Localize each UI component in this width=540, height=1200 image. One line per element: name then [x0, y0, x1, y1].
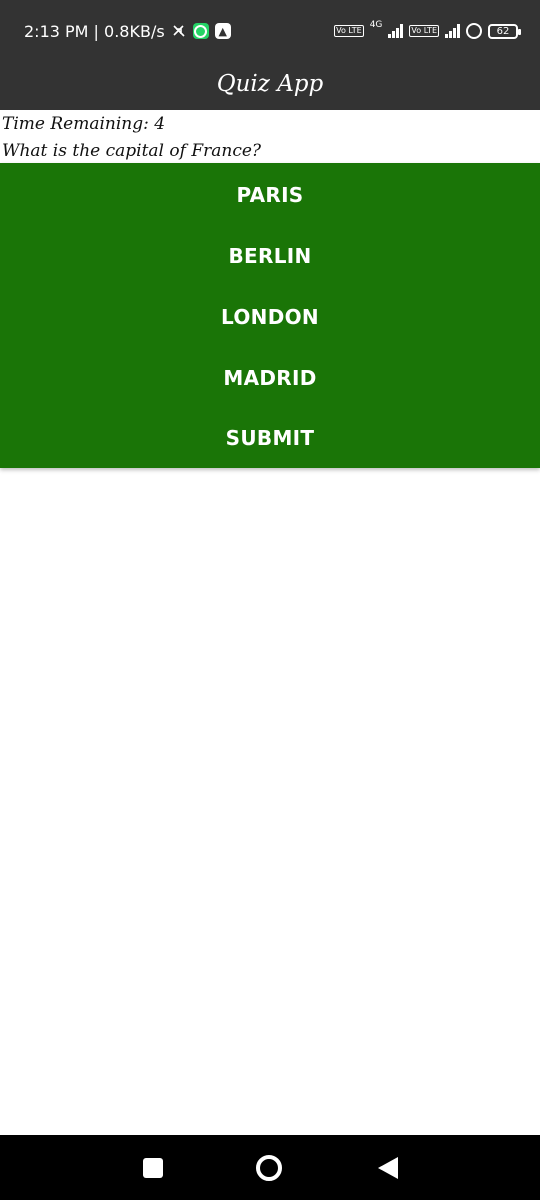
volte-icon-2: Vo LTE: [409, 25, 439, 37]
signal-icon-2: [445, 24, 460, 38]
option-paris-button[interactable]: PARIS: [0, 164, 540, 225]
signal-icon: [388, 24, 404, 38]
question-text: What is the capital of France?: [2, 141, 262, 161]
status-right: Vo LTE 4G Vo LTE 62: [334, 20, 521, 42]
battery-icon: 62: [488, 23, 521, 39]
hotspot-icon: [466, 23, 482, 39]
app-notification-icon: ▲: [214, 23, 231, 39]
volte-icon: Vo LTE: [334, 25, 364, 37]
submit-button[interactable]: SUBMIT: [0, 407, 540, 468]
whatsapp-icon: [192, 23, 209, 39]
mute-icon: [171, 23, 187, 39]
battery-level: 62: [496, 25, 510, 37]
app-bar: Quiz App: [0, 58, 540, 110]
status-bar: 2:13 PM | 0.8KB/s ▲ Vo LTE 4G Vo LTE 62: [0, 0, 540, 58]
option-london-button[interactable]: LONDON: [0, 286, 540, 347]
navigation-bar: [0, 1135, 540, 1200]
app-title: Quiz App: [216, 71, 324, 97]
time-remaining-label: Time Remaining: 4: [2, 114, 166, 134]
option-berlin-button[interactable]: BERLIN: [0, 225, 540, 286]
back-icon[interactable]: [374, 1154, 402, 1182]
status-left: 2:13 PM | 0.8KB/s ▲: [24, 20, 231, 42]
recent-apps-icon[interactable]: [139, 1154, 167, 1182]
home-icon[interactable]: [255, 1154, 283, 1182]
network-type-label: 4G: [369, 20, 383, 30]
options-panel: PARIS BERLIN LONDON MADRID SUBMIT: [0, 163, 540, 468]
status-time-speed: 2:13 PM | 0.8KB/s: [24, 21, 165, 41]
option-madrid-button[interactable]: MADRID: [0, 347, 540, 408]
